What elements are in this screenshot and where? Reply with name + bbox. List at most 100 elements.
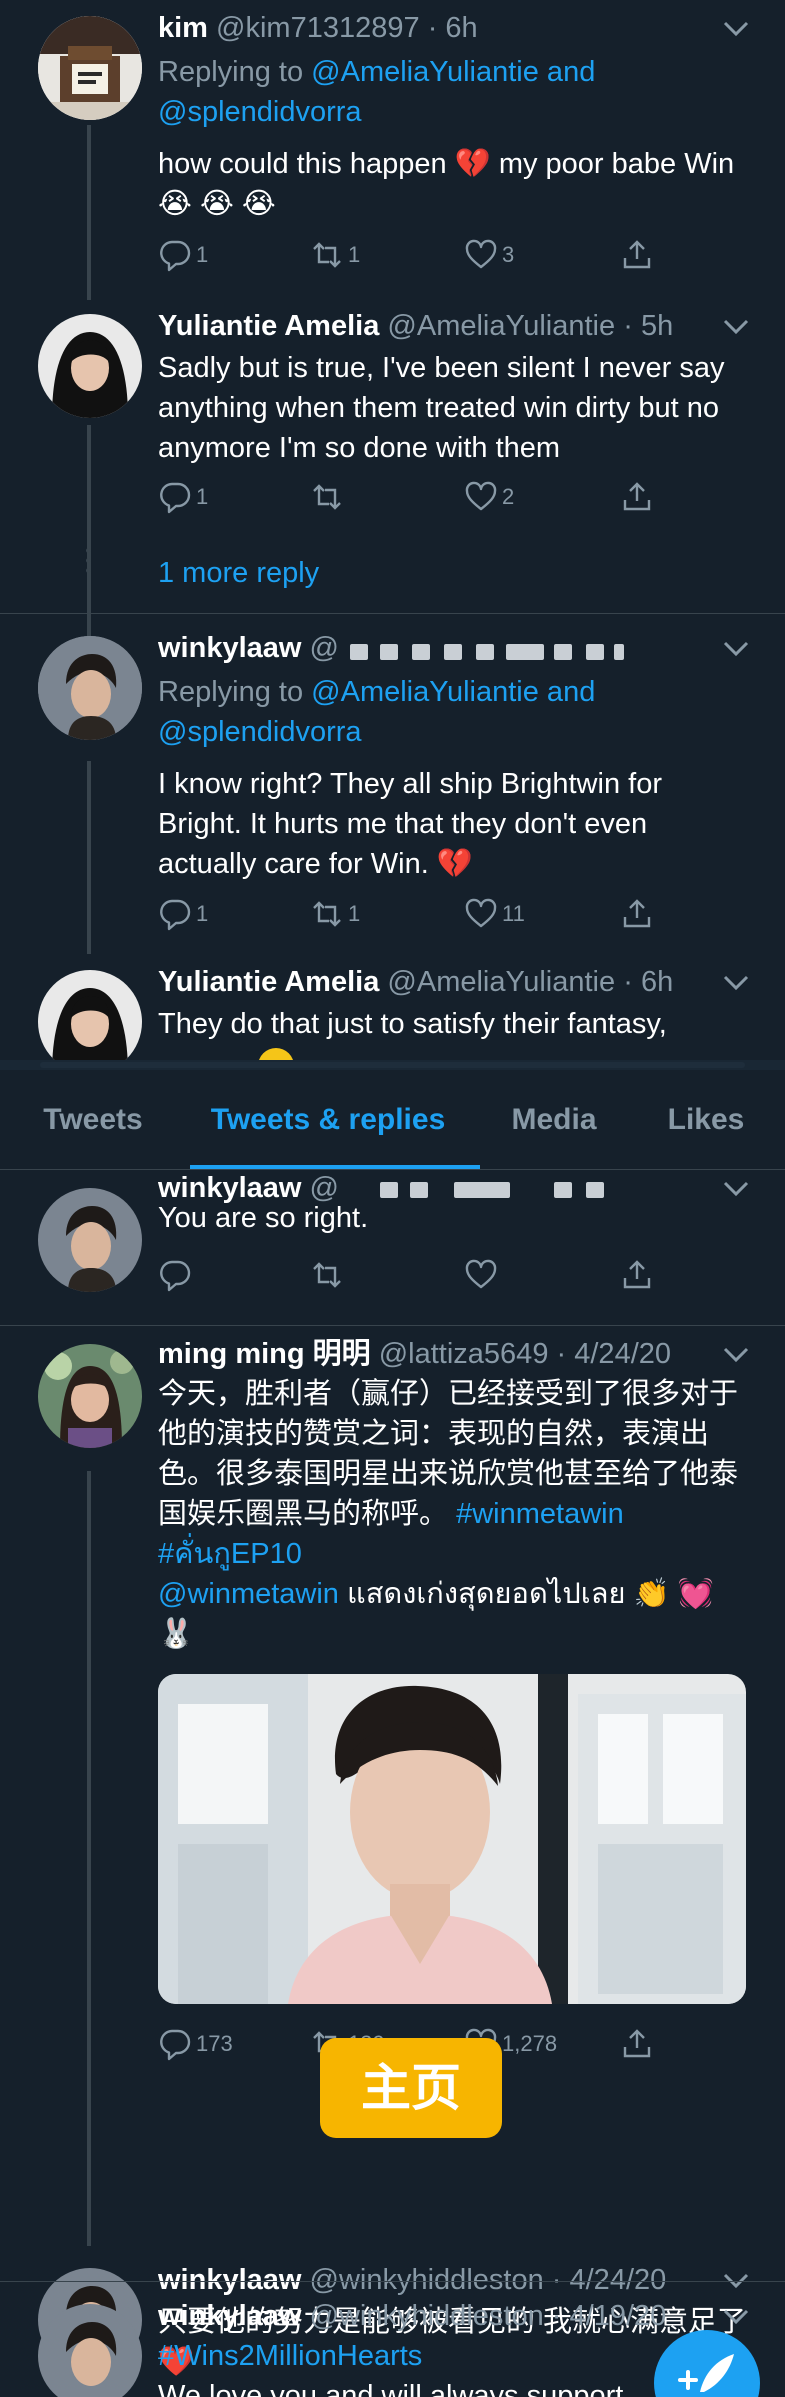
chevron-down-icon[interactable] <box>722 20 750 38</box>
author-name[interactable]: winkylaaw <box>158 2300 301 2332</box>
author-handle[interactable]: @AmeliaYuliantie <box>387 310 615 342</box>
redaction-block <box>586 644 604 660</box>
separator-dot: · <box>623 310 633 342</box>
chevron-down-icon[interactable] <box>722 1180 750 1198</box>
tweet-winkylaaw-2[interactable]: winkylaaw @ You are so right. <box>0 1170 785 1325</box>
retweet-icon <box>313 1262 341 1288</box>
replying-prefix: Replying to <box>158 56 312 88</box>
like-button[interactable]: 2 <box>464 477 514 517</box>
tab-tweets[interactable]: Tweets <box>22 1070 164 1170</box>
avatar[interactable] <box>38 16 142 120</box>
share-button[interactable] <box>620 235 654 275</box>
redaction-block <box>380 1182 398 1198</box>
like-button[interactable]: 3 <box>464 235 514 275</box>
like-count: 3 <box>502 242 515 267</box>
profile-tab-bar: Tweets Tweets & replies Media Likes <box>0 1070 785 1170</box>
author-name[interactable]: kim <box>158 12 208 44</box>
share-icon <box>623 899 651 928</box>
tweet-text: You are so right. <box>158 1202 369 1234</box>
hashtag-link[interactable]: #Wins2MillionHearts <box>158 2340 422 2372</box>
reply-button[interactable]: 1 <box>158 477 208 517</box>
more-replies-link[interactable]: 1 more reply <box>158 553 319 593</box>
author-name[interactable]: winkylaaw <box>158 632 301 664</box>
redaction-block <box>350 644 368 660</box>
tweet-text: They do that just to satisfy their fanta… <box>158 1008 667 1040</box>
tab-media[interactable]: Media <box>494 1070 614 1170</box>
chevron-down-icon[interactable] <box>722 974 750 992</box>
tweet-time[interactable]: 5h <box>641 310 673 342</box>
chevron-down-icon[interactable] <box>722 318 750 336</box>
lower-timeline: winkylaaw @ You are so right. ming ming … <box>0 1170 785 2397</box>
retweet-button[interactable] <box>310 1255 344 1295</box>
tweet-text-body: We love you and will always support <box>158 2380 624 2397</box>
reply-button[interactable]: 1 <box>158 235 208 275</box>
tweet-time[interactable]: 6h <box>445 12 477 44</box>
mention-link[interactable]: @winmetawin <box>158 1578 339 1610</box>
tweet-time[interactable]: 6h <box>641 966 673 998</box>
chevron-down-icon[interactable] <box>722 2308 750 2326</box>
home-toast-label[interactable]: 主页 <box>320 2038 502 2138</box>
share-button[interactable] <box>620 894 654 934</box>
tweet-text: 今天，胜利者（赢仔）已经接受到了很多对于他的演技的赞赏之词：表现的自然，表演出色… <box>158 1374 748 1654</box>
tweet-winkylaaw-reply[interactable]: winkylaaw @ Replying to @AmeliaYuliantie… <box>0 614 785 954</box>
replying-to: Replying to @AmeliaYuliantie and @splend… <box>158 52 758 132</box>
hashtag-link[interactable]: #คั่นกูEP10 <box>158 1538 302 1570</box>
author-handle[interactable]: @AmeliaYuliantie <box>387 966 615 998</box>
tweet-header: winkylaaw @winkyhiddleston · 4/19/20 <box>158 2296 715 2336</box>
like-button[interactable]: 11 <box>464 894 525 934</box>
avatar[interactable] <box>38 1344 142 1448</box>
author-handle[interactable]: @winkyhiddleston <box>310 2300 544 2332</box>
compose-tweet-button[interactable] <box>654 2330 760 2397</box>
action-bar <box>158 1255 758 1295</box>
author-name[interactable]: Yuliantie Amelia <box>158 966 379 998</box>
upper-timeline: kim @kim71312897 · 6h Replying to @Ameli… <box>0 0 785 1060</box>
tweet-time[interactable]: 4/24/20 <box>574 1338 671 1370</box>
replying-to: Replying to @AmeliaYuliantie and @splend… <box>158 672 758 752</box>
author-handle[interactable]: @ <box>310 632 339 664</box>
avatar[interactable] <box>38 636 142 740</box>
author-name[interactable]: ming ming 明明 <box>158 1338 371 1370</box>
screenshot-root: kim @kim71312897 · 6h Replying to @Ameli… <box>0 0 785 2397</box>
tab-tweets-replies[interactable]: Tweets & replies <box>198 1070 458 1170</box>
share-button[interactable] <box>620 477 654 517</box>
compose-icon <box>678 2354 734 2392</box>
reply-count: 1 <box>196 901 209 926</box>
retweet-count: 1 <box>348 242 361 267</box>
share-icon <box>623 2029 651 2058</box>
hashtag-link[interactable]: #winmetawin <box>456 1498 624 1530</box>
tab-likes[interactable]: Likes <box>650 1070 762 1170</box>
tweet-amelia[interactable]: Yuliantie Amelia @AmeliaYuliantie · 5h S… <box>0 300 785 655</box>
tweet-time[interactable]: 4/19/20 <box>570 2300 667 2332</box>
reply-button[interactable]: 1 <box>158 894 208 934</box>
redaction-block <box>476 644 494 660</box>
reply-icon <box>160 2029 191 2061</box>
redaction-block <box>614 644 624 660</box>
share-icon <box>623 240 651 269</box>
share-button[interactable] <box>620 1255 654 1295</box>
retweet-button[interactable]: 1 <box>310 235 360 275</box>
tweet-kim[interactable]: kim @kim71312897 · 6h Replying to @Ameli… <box>0 0 785 300</box>
like-count: 2 <box>502 484 515 509</box>
author-name[interactable]: Yuliantie Amelia <box>158 310 379 342</box>
reply-button[interactable] <box>158 1255 192 1295</box>
avatar[interactable] <box>38 970 142 1060</box>
retweet-button[interactable]: 1 <box>310 894 360 934</box>
chevron-down-icon[interactable] <box>722 1346 750 1364</box>
like-icon <box>465 898 497 928</box>
tweet-media-image[interactable] <box>158 1674 746 2004</box>
avatar[interactable] <box>38 2304 142 2397</box>
author-handle[interactable]: @kim71312897 <box>216 12 420 44</box>
retweet-count: 1 <box>348 901 361 926</box>
like-button[interactable] <box>464 1255 498 1295</box>
avatar[interactable] <box>38 314 142 418</box>
retweet-button[interactable] <box>310 477 348 517</box>
author-handle[interactable]: @lattiza5649 <box>379 1338 549 1370</box>
chevron-down-icon[interactable] <box>722 640 750 658</box>
tweet-amelia-2[interactable]: Yuliantie Amelia @AmeliaYuliantie · 6h T… <box>0 954 785 1060</box>
tweet-header: kim @kim71312897 · 6h <box>158 8 715 48</box>
action-bar: 1 1 3 <box>158 235 758 275</box>
share-button[interactable] <box>620 2024 654 2064</box>
avatar[interactable] <box>38 1188 142 1292</box>
more-replies-dots <box>84 548 92 574</box>
reply-button[interactable]: 173 <box>158 2024 233 2064</box>
